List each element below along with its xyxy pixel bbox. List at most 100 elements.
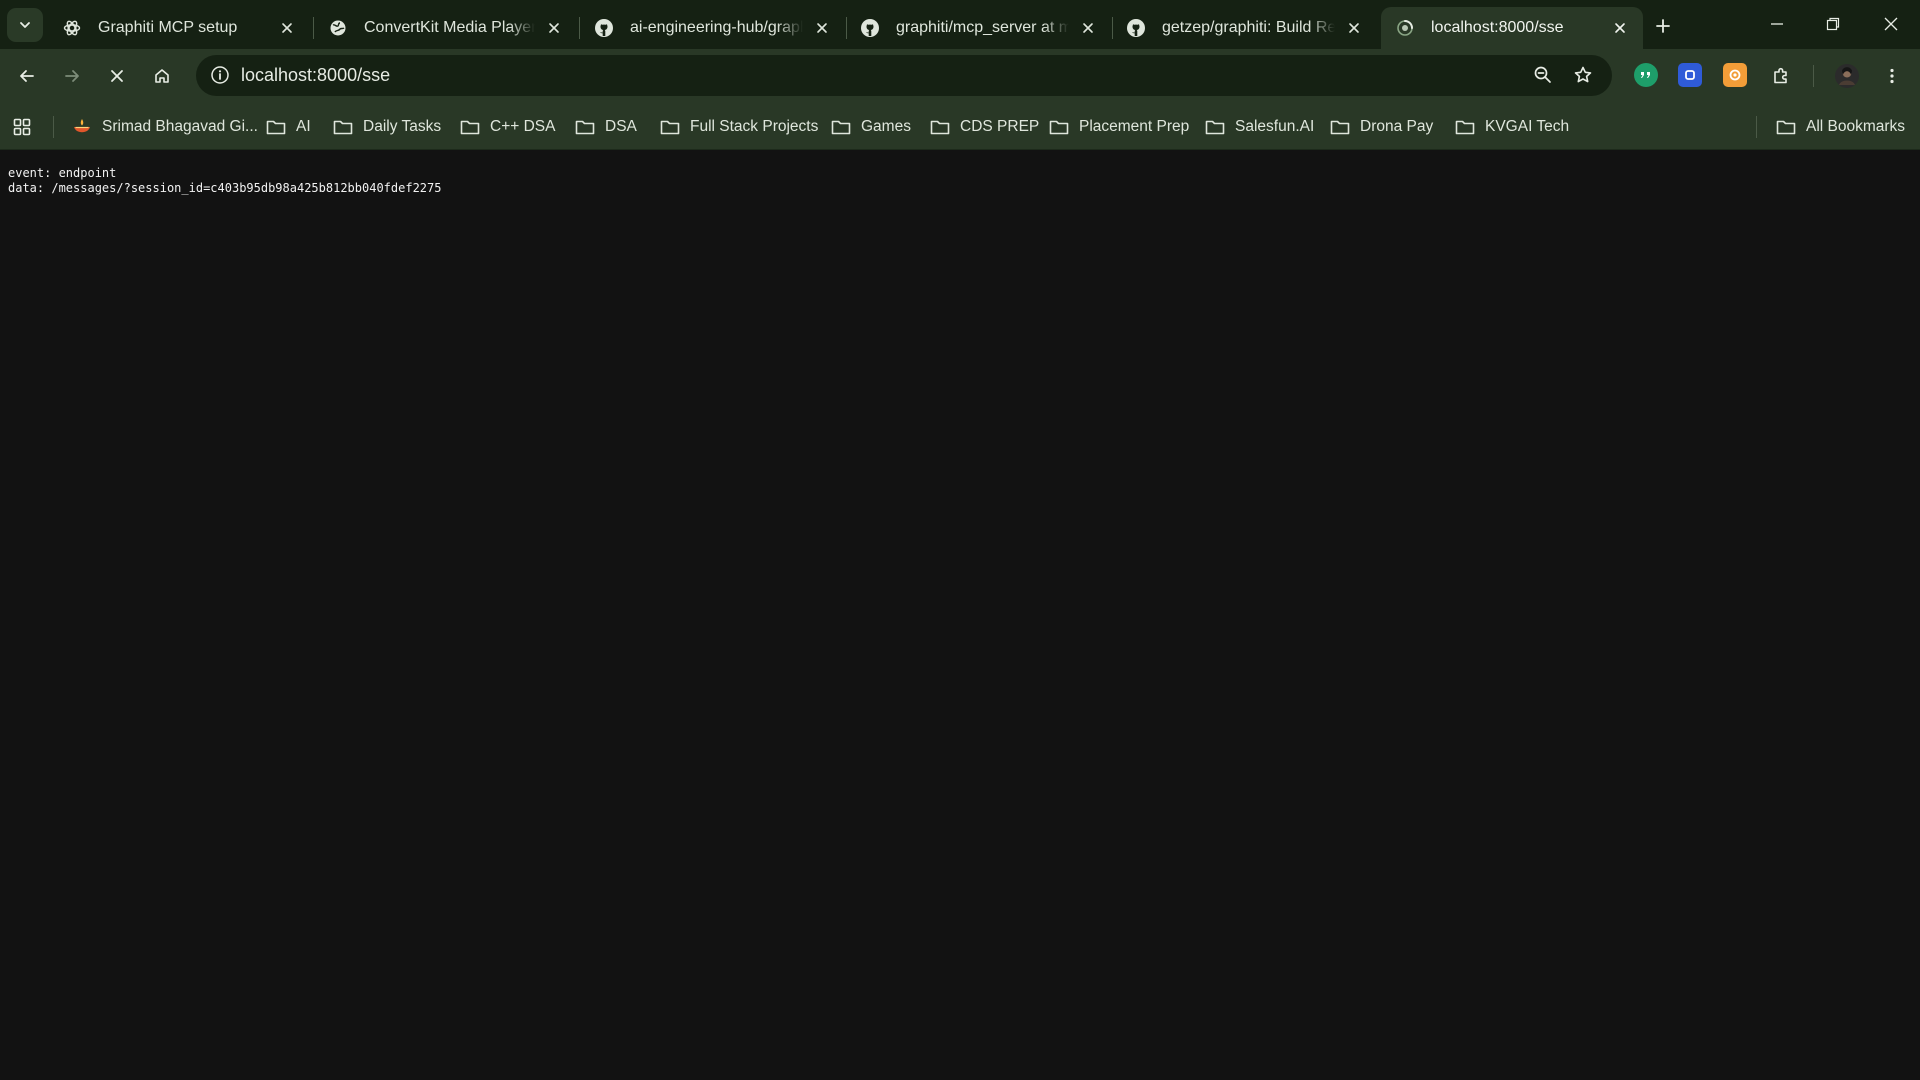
sse-event-line: event: endpoint	[8, 166, 117, 180]
bookmark-label: Placement Prep	[1079, 118, 1190, 135]
bookmark-label: Full Stack Projects	[690, 118, 819, 135]
folder-icon	[1776, 118, 1796, 136]
folder-icon	[1455, 118, 1475, 136]
browser-toolbar: localhost:8000/sse	[0, 49, 1920, 102]
arrow-right-icon	[65, 70, 79, 82]
bookmark-label: Srimad Bhagavad Gi...	[102, 118, 258, 135]
close-icon[interactable]	[276, 17, 298, 39]
bookmarks-separator	[1756, 116, 1757, 138]
globe-icon	[328, 18, 348, 38]
tab-strip: Graphiti MCP setup ConvertKit Media Play…	[0, 0, 1920, 49]
bookmark-label: AI	[296, 118, 311, 135]
close-icon[interactable]	[811, 17, 833, 39]
tab-graphiti-mcp-setup[interactable]: Graphiti MCP setup	[48, 7, 310, 49]
restore-button[interactable]	[1805, 0, 1861, 48]
diya-icon	[72, 118, 92, 136]
avatar	[1835, 64, 1859, 88]
folder-icon	[575, 118, 595, 136]
tab-title: Graphiti MCP setup	[98, 19, 238, 36]
bookmark-folder-ai[interactable]: AI	[266, 114, 311, 140]
forward-button[interactable]	[55, 59, 89, 93]
tab-graphiti-mcp-server[interactable]: graphiti/mcp_server at main	[846, 7, 1111, 49]
folder-icon	[660, 118, 680, 136]
home-icon	[155, 69, 169, 83]
page-content: event: endpoint data: /messages/?session_…	[0, 151, 1920, 1080]
back-button[interactable]	[10, 59, 44, 93]
github-icon	[1126, 18, 1146, 38]
puzzle-icon	[1774, 67, 1787, 84]
close-icon	[111, 70, 123, 82]
bookmark-folder-cpp-dsa[interactable]: C++ DSA	[460, 114, 555, 140]
bookmark-folder-kvgai-tech[interactable]: KVGAI Tech	[1455, 114, 1569, 140]
tab-ai-engineering-hub[interactable]: ai-engineering-hub/graphiti	[580, 7, 845, 49]
close-icon[interactable]	[543, 17, 565, 39]
bookmark-folder-daily-tasks[interactable]: Daily Tasks	[333, 114, 441, 140]
zoom-icon[interactable]	[1531, 63, 1555, 87]
bookmark-label: C++ DSA	[490, 118, 556, 135]
new-tab-button[interactable]	[1647, 10, 1679, 42]
all-bookmarks-button[interactable]: All Bookmarks	[1776, 114, 1905, 140]
apps-button[interactable]	[12, 114, 32, 140]
close-window-button[interactable]	[1863, 0, 1919, 48]
openai-icon	[62, 18, 82, 38]
bookmark-label: DSA	[605, 118, 637, 135]
tab-title: ConvertKit Media Player	[364, 19, 535, 36]
github-icon	[594, 18, 614, 38]
tab-title: localhost:8000/sse	[1431, 19, 1564, 36]
folder-icon	[266, 118, 286, 136]
bookmark-folder-games[interactable]: Games	[831, 114, 911, 140]
sse-data-line: data: /messages/?session_id=c403b95db98a…	[8, 181, 442, 195]
tab-search-button[interactable]	[7, 8, 43, 42]
close-icon[interactable]	[1609, 17, 1631, 39]
bookmark-folder-dsa[interactable]: DSA	[575, 114, 637, 140]
tab-title: getzep/graphiti: Build Real-Time	[1162, 19, 1335, 36]
bookmark-folder-drona-pay[interactable]: Drona Pay	[1330, 114, 1433, 140]
folder-icon	[1049, 118, 1069, 136]
home-button[interactable]	[145, 59, 179, 93]
folder-icon	[1205, 118, 1225, 136]
folder-icon	[333, 118, 353, 136]
restore-icon	[1826, 17, 1840, 31]
url-text[interactable]: localhost:8000/sse	[241, 65, 390, 86]
folder-icon	[930, 118, 950, 136]
bookmark-label: KVGAI Tech	[1485, 118, 1570, 135]
stop-loading-button[interactable]	[100, 59, 134, 93]
loading-globe-icon	[1395, 18, 1415, 38]
arrow-left-icon	[20, 70, 34, 82]
menu-button[interactable]	[1875, 59, 1909, 93]
folder-icon	[831, 118, 851, 136]
chevron-down-icon	[20, 22, 30, 28]
bookmark-srimad-bhagavad-gita[interactable]: Srimad Bhagavad Gi...	[72, 114, 258, 140]
bookmark-folder-cds-prep[interactable]: CDS PREP	[930, 114, 1039, 140]
tab-getzep-graphiti[interactable]: getzep/graphiti: Build Real-Time	[1112, 7, 1377, 49]
orange-extension-icon[interactable]	[1723, 63, 1747, 87]
quote-extension-icon[interactable]	[1634, 63, 1658, 87]
minimize-icon	[1771, 23, 1783, 25]
all-bookmarks-label: All Bookmarks	[1806, 118, 1906, 135]
tab-convertkit-media-player[interactable]: ConvertKit Media Player	[314, 7, 577, 49]
bookmarks-bar: Srimad Bhagavad Gi... AI Daily Tasks C++…	[0, 102, 1920, 150]
folder-icon	[1330, 118, 1350, 136]
tab-localhost-sse[interactable]: localhost:8000/sse	[1381, 7, 1643, 49]
bookmark-star-icon[interactable]	[1571, 63, 1595, 87]
apps-grid-icon	[13, 118, 31, 136]
bookmark-label: Drona Pay	[1360, 118, 1434, 135]
bookmark-folder-full-stack-projects[interactable]: Full Stack Projects	[660, 114, 818, 140]
folder-icon	[460, 118, 480, 136]
close-icon	[1884, 17, 1898, 31]
site-info-icon[interactable]	[208, 63, 232, 87]
profile-button[interactable]	[1830, 59, 1864, 93]
tab-title: graphiti/mcp_server at main	[896, 19, 1069, 36]
bookmark-label: Daily Tasks	[363, 118, 442, 135]
address-bar[interactable]: localhost:8000/sse	[196, 55, 1612, 96]
close-icon[interactable]	[1343, 17, 1365, 39]
bookmark-folder-salesfun-ai[interactable]: Salesfun.AI	[1205, 114, 1314, 140]
bookmark-folder-placement-prep[interactable]: Placement Prep	[1049, 114, 1189, 140]
github-icon	[860, 18, 880, 38]
close-icon[interactable]	[1077, 17, 1099, 39]
screen-extension-icon[interactable]	[1678, 63, 1702, 87]
plus-icon	[1656, 19, 1670, 33]
bookmark-label: Salesfun.AI	[1235, 118, 1315, 135]
minimize-button[interactable]	[1749, 0, 1805, 48]
extensions-button[interactable]	[1764, 59, 1798, 93]
